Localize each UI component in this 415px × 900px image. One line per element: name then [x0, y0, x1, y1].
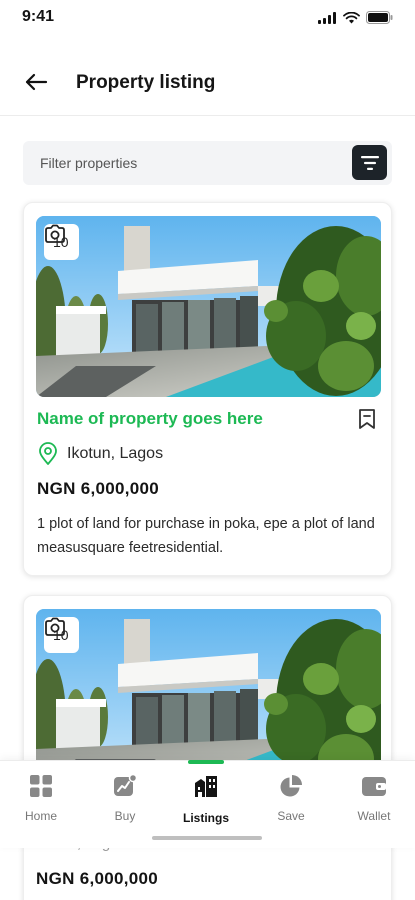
pie-chart-icon	[280, 775, 302, 797]
property-card[interactable]: 10	[23, 595, 392, 900]
property-price: NGN 6,000,000	[36, 869, 159, 888]
nav-item-save[interactable]: Save	[264, 761, 318, 849]
wallet-icon	[362, 777, 386, 796]
signal-icon	[318, 11, 336, 24]
property-card[interactable]: 10 Name of property goes here Ikotun, La…	[23, 202, 392, 576]
filter-button[interactable]	[352, 145, 387, 180]
filter-input[interactable]	[23, 141, 343, 185]
location-text: Ikotun, Lagos	[67, 445, 164, 462]
property-location: Ikotun, Lagos	[37, 442, 163, 466]
property-photo[interactable]: 10	[36, 216, 381, 397]
home-indicator	[152, 836, 262, 840]
property-price: NGN 6,000,000	[37, 479, 160, 498]
back-button[interactable]	[22, 70, 50, 94]
nav-item-wallet[interactable]: Wallet	[347, 761, 401, 849]
app-header: Property listing	[0, 60, 415, 116]
bookmark-icon[interactable]	[357, 408, 377, 430]
grid-icon	[30, 775, 52, 797]
location-pin-icon	[39, 442, 57, 465]
nav-item-home[interactable]: Home	[14, 761, 68, 849]
nav-label: Buy	[114, 809, 136, 823]
battery-icon	[366, 11, 393, 24]
nav-label: Home	[24, 809, 57, 823]
status-time: 9:41	[22, 8, 55, 25]
status-bar: 9:41	[0, 0, 415, 38]
photo-count-badge: 10	[44, 617, 79, 653]
buildings-icon	[195, 776, 217, 797]
status-icons	[318, 11, 393, 24]
camera-icon	[45, 617, 65, 636]
nav-label: Listings	[182, 811, 229, 825]
trend-chart-icon	[114, 774, 137, 796]
nav-item-buy[interactable]: Buy	[98, 761, 152, 849]
property-name[interactable]: Name of property goes here	[37, 409, 263, 429]
filter-bar	[23, 141, 392, 185]
camera-icon	[45, 224, 65, 243]
page-title: Property listing	[76, 72, 216, 93]
bottom-navigation: Home Buy Listings Save Wallet	[0, 760, 415, 848]
wifi-icon	[343, 11, 360, 23]
arrow-left-icon	[25, 73, 48, 91]
house-photo-image	[36, 216, 381, 397]
nav-label: Save	[277, 809, 305, 823]
filter-icon	[360, 155, 379, 170]
photo-count-badge: 10	[44, 224, 79, 260]
nav-label: Wallet	[357, 809, 391, 823]
property-description: 1 plot of land for purchase in poka, epe…	[37, 516, 375, 556]
